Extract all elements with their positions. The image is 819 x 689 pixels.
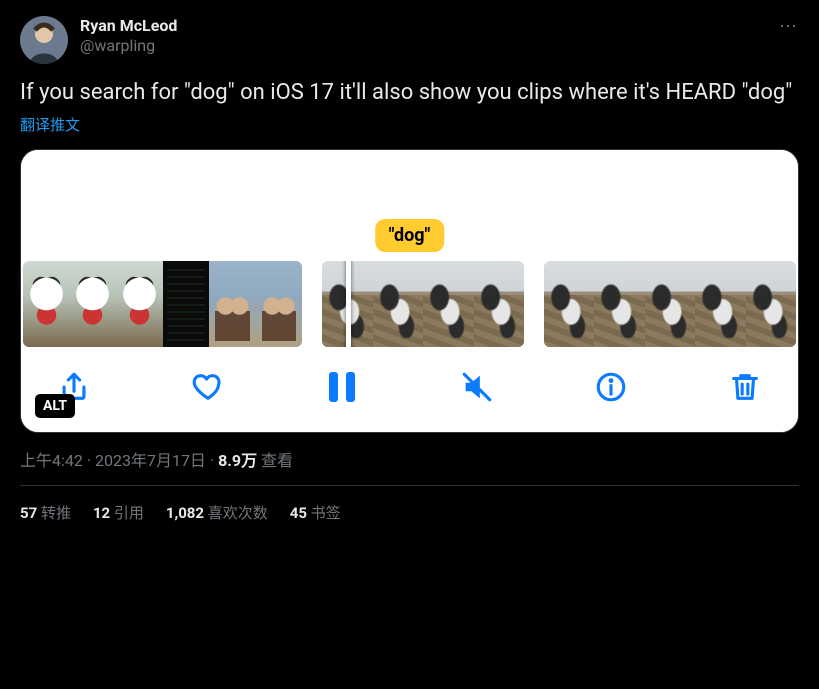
frame — [209, 261, 256, 347]
avatar[interactable] — [20, 16, 68, 64]
more-icon[interactable]: ⋯ — [779, 16, 799, 37]
stat-likes[interactable]: 1,082 喜欢次数 — [166, 502, 268, 523]
clip-group-1 — [23, 261, 302, 347]
frame — [23, 261, 70, 347]
frame — [70, 261, 117, 347]
views-count: 8.9万 — [218, 451, 257, 470]
video-timeline[interactable] — [21, 258, 798, 350]
frame — [474, 261, 524, 347]
alt-badge[interactable]: ALT — [35, 394, 75, 418]
tweet-container: Ryan McLeod @warpling ⋯ If you search fo… — [0, 0, 819, 535]
pause-icon[interactable] — [325, 370, 359, 404]
stat-retweets[interactable]: 57 转推 — [20, 502, 71, 523]
views-label: 查看 — [257, 451, 293, 470]
author-block[interactable]: Ryan McLeod @warpling — [80, 16, 177, 56]
stat-bookmarks[interactable]: 45 书签 — [290, 502, 341, 523]
handle: @warpling — [80, 36, 177, 56]
tweet-stats: 57 转推 12 引用 1,082 喜欢次数 45 书签 — [20, 486, 799, 523]
heart-icon[interactable] — [191, 370, 225, 404]
media-action-row — [21, 350, 798, 432]
media-card[interactable]: "dog" — [20, 149, 799, 433]
media-top-area: "dog" — [21, 150, 798, 258]
clip-group-2 — [322, 261, 524, 347]
tweet-header: Ryan McLeod @warpling ⋯ — [20, 16, 799, 64]
mute-icon[interactable] — [460, 370, 494, 404]
clip-group-3 — [544, 261, 796, 347]
frame — [695, 261, 745, 347]
playhead[interactable] — [346, 261, 351, 347]
frame — [163, 261, 210, 347]
trash-icon[interactable] — [728, 370, 762, 404]
frame — [256, 261, 303, 347]
meta-time: 上午4:42 — [20, 451, 83, 470]
info-icon[interactable] — [594, 370, 628, 404]
stat-quotes[interactable]: 12 引用 — [93, 502, 144, 523]
frame — [746, 261, 796, 347]
display-name: Ryan McLeod — [80, 16, 177, 36]
meta-date: 2023年7月17日 — [95, 451, 206, 470]
frame — [544, 261, 594, 347]
frame — [423, 261, 473, 347]
tweet-meta[interactable]: 上午4:42 · 2023年7月17日 · 8.9万 查看 — [20, 447, 799, 471]
translate-link[interactable]: 翻译推文 — [20, 114, 80, 135]
search-term-badge: "dog" — [375, 219, 445, 252]
tweet-text: If you search for "dog" on iOS 17 it'll … — [20, 78, 799, 108]
frame — [645, 261, 695, 347]
frame — [594, 261, 644, 347]
frame — [373, 261, 423, 347]
frame — [116, 261, 163, 347]
